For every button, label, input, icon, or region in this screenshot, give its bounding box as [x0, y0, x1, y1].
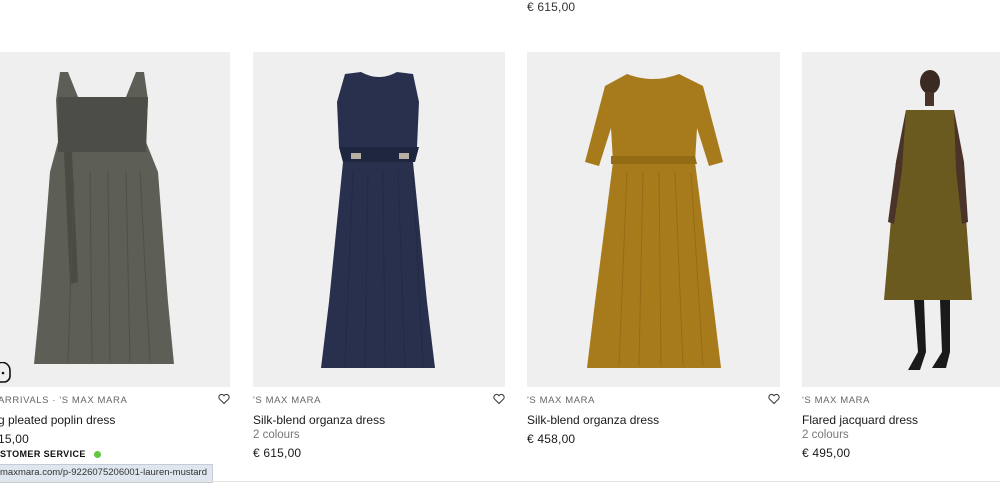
product-image[interactable] [802, 52, 1000, 387]
product-price: € 458,00 [527, 432, 576, 446]
product-price: € 495,00 [802, 446, 851, 460]
product-name[interactable]: Silk-blend organza dress [527, 413, 659, 427]
dress-image [321, 72, 435, 368]
product-brand: 'S MAX MARA [527, 395, 596, 406]
dress-image [34, 72, 174, 364]
customer-service-button[interactable]: STOMER SERVICE [0, 449, 101, 459]
product-brand: ARRIVALS · 'S MAX MARA [0, 395, 128, 406]
product-card[interactable]: ARRIVALS · 'S MAX MARA g pleated poplin … [0, 52, 230, 446]
product-name[interactable]: Flared jacquard dress [802, 413, 918, 427]
chat-bubble-icon[interactable] [0, 362, 12, 386]
product-card[interactable]: 'S MAX MARA Flared jacquard dress 2 colo… [802, 52, 1000, 460]
product-brand: 'S MAX MARA [802, 395, 871, 406]
customer-service-label: STOMER SERVICE [0, 449, 86, 459]
product-card[interactable]: 'S MAX MARA Silk-blend organza dress € 4… [527, 52, 780, 446]
product-name[interactable]: Silk-blend organza dress [253, 413, 385, 427]
product-image[interactable] [0, 52, 230, 387]
heart-icon[interactable] [218, 393, 230, 405]
heart-icon[interactable] [493, 393, 505, 405]
product-card[interactable]: 'S MAX MARA Silk-blend organza dress 2 c… [253, 52, 505, 460]
top-row-price: € 615,00 [527, 0, 576, 14]
heart-icon[interactable] [768, 393, 780, 405]
product-image[interactable] [527, 52, 780, 387]
model-image [884, 70, 972, 370]
product-image[interactable] [253, 52, 505, 387]
product-name[interactable]: g pleated poplin dress [0, 413, 115, 427]
product-colours: 2 colours [802, 429, 849, 441]
dress-image [585, 74, 723, 368]
product-brand: 'S MAX MARA [253, 395, 322, 406]
product-price: 15,00 [0, 432, 30, 446]
online-status-indicator [93, 451, 101, 459]
product-colours: 2 colours [253, 429, 300, 441]
product-price: € 615,00 [253, 446, 302, 460]
